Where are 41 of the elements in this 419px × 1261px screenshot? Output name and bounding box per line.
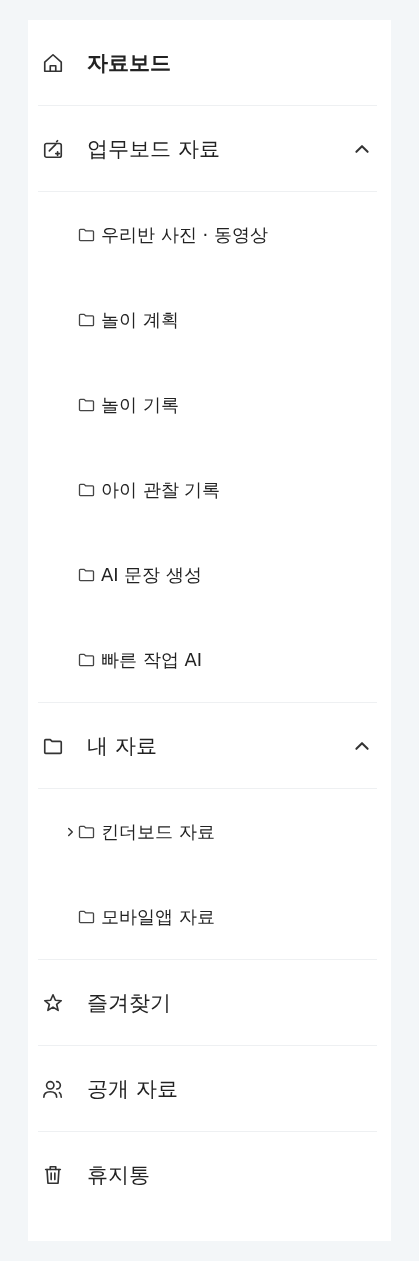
folder-icon <box>78 397 95 412</box>
folder-icon <box>78 482 95 497</box>
folder-item[interactable]: AI 문장 생성 <box>38 532 377 617</box>
photo-card-icon <box>42 137 64 160</box>
folder-item[interactable]: 모바일앱 자료 <box>38 874 377 959</box>
folder-label: 빠른 작업 AI <box>101 647 203 672</box>
folder-item[interactable]: 놀이 계획 <box>38 277 377 362</box>
star-icon <box>42 991 64 1014</box>
item-label: 내 자료 <box>87 732 158 760</box>
folder-item[interactable]: 빠른 작업 AI <box>38 617 377 702</box>
folder-label: 놀이 계획 <box>101 307 179 332</box>
folder-label: 모바일앱 자료 <box>101 904 215 929</box>
folder-icon <box>78 312 95 327</box>
sidebar-item[interactable]: 휴지통 <box>38 1132 377 1217</box>
folder-item[interactable]: 킨더보드 자료 <box>38 789 377 874</box>
sidebar-item[interactable]: 자료보드 <box>38 20 377 105</box>
folder-label: 놀이 기록 <box>101 392 179 417</box>
folder-label: 아이 관찰 기록 <box>101 477 221 502</box>
folder-icon <box>78 652 95 667</box>
folder-item[interactable]: 놀이 기록 <box>38 362 377 447</box>
folder-icon <box>78 824 95 839</box>
folder-icon <box>78 567 95 582</box>
folder-label: AI 문장 생성 <box>101 562 203 587</box>
folder-item[interactable]: 아이 관찰 기록 <box>38 447 377 532</box>
sidebar-item[interactable]: 업무보드 자료 <box>38 106 377 191</box>
item-label: 즐겨찾기 <box>87 989 172 1017</box>
folder-item[interactable]: 우리반 사진 · 동영상 <box>38 192 377 277</box>
folder-label: 우리반 사진 · 동영상 <box>101 222 268 247</box>
folder-icon <box>78 227 95 242</box>
item-label: 자료보드 <box>87 49 172 77</box>
folder-icon <box>78 909 95 924</box>
trash-icon <box>42 1163 64 1186</box>
item-label: 휴지통 <box>87 1161 151 1189</box>
chevron-icon[interactable] <box>65 825 75 838</box>
sidebar-item[interactable]: 내 자료 <box>38 703 377 788</box>
item-label: 공개 자료 <box>87 1075 179 1103</box>
sidebar-item[interactable]: 공개 자료 <box>38 1046 377 1131</box>
folder-label: 킨더보드 자료 <box>101 819 215 844</box>
item-label: 업무보드 자료 <box>87 135 221 163</box>
home-icon <box>42 51 64 74</box>
sidebar-item[interactable]: 즐겨찾기 <box>38 960 377 1045</box>
